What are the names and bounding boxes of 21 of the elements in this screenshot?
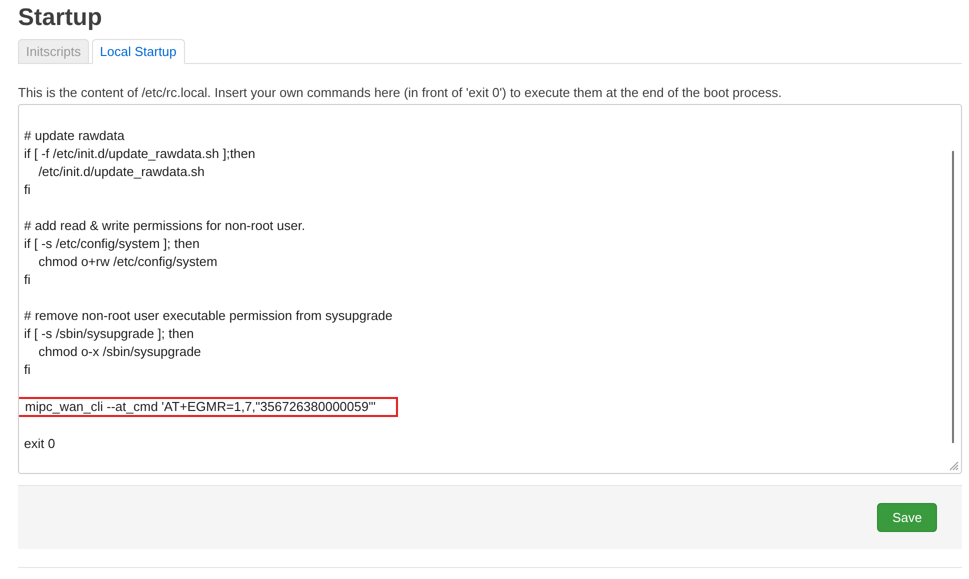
save-button[interactable]: Save — [877, 503, 937, 532]
code-line: # add read & write permissions for non-root user. — [24, 217, 306, 235]
tab[interactable]: Local Startup — [92, 39, 185, 64]
code-line: chmod o-x /sbin/sysupgrade — [37, 343, 202, 361]
code-line: if [ -f /etc/init.d/update_rawdata.sh ];then — [24, 145, 256, 163]
code-line: chmod o+rw /etc/config/system — [37, 253, 218, 271]
code-line: /etc/init.d/update_rawdata.sh — [37, 163, 205, 181]
code-line: fi — [24, 271, 30, 289]
code-line: exit 0 — [24, 435, 56, 453]
tab[interactable]: Initscripts — [18, 39, 89, 64]
code-line: # update rawdata — [24, 127, 124, 145]
description-text: This is the content of /etc/rc.local. Insert your own commands here (in front of 'exit 0') to execute them at the end of the boot process. — [18, 85, 783, 100]
scrollbar[interactable] — [952, 151, 954, 443]
code-line: if [ -s /sbin/sysupgrade ]; then — [24, 325, 194, 343]
code-line: fi — [24, 181, 30, 199]
code-line: # remove non-root user executable permission from sysupgrade — [24, 307, 393, 325]
code-line: if [ -s /etc/config/system ]; then — [24, 235, 200, 253]
code-line: fi — [24, 361, 30, 379]
resize-grip-icon[interactable] — [947, 459, 959, 471]
script-editor[interactable] — [18, 104, 962, 474]
page-title: Startup — [18, 3, 103, 33]
